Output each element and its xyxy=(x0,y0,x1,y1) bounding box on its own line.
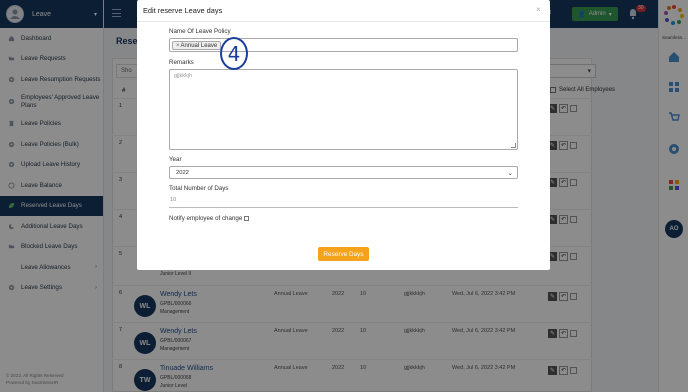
year-label: Year xyxy=(169,156,182,163)
days-label: Total Number of Days xyxy=(169,185,229,192)
modal-title: Edit reserve Leave days xyxy=(143,6,223,15)
edit-reserve-leave-modal: Edit reserve Leave days × Name Of Leave … xyxy=(137,0,550,270)
remarks-textarea[interactable]: gjjkkkjh xyxy=(169,69,518,150)
step-annotation: 4 xyxy=(220,37,248,70)
close-icon[interactable]: × xyxy=(536,5,541,14)
modal-header: Edit reserve Leave days × xyxy=(137,0,550,22)
policy-tag: ×Annual Leave xyxy=(172,41,222,50)
policy-tag-label: Annual Leave xyxy=(180,43,218,49)
policy-label: Name Of Leave Policy xyxy=(169,28,231,35)
year-value: 2022 xyxy=(176,170,189,176)
resize-handle-icon[interactable] xyxy=(511,143,516,148)
remarks-label: Remarks xyxy=(169,59,194,66)
chevron-down-icon: ⌄ xyxy=(507,170,513,177)
year-select[interactable]: 2022 ⌄ xyxy=(169,166,518,179)
notify-label: Notify employee of change xyxy=(169,215,243,222)
notify-checkbox[interactable] xyxy=(244,216,250,221)
remarks-value: gjjkkkjh xyxy=(174,73,193,79)
remove-tag-icon[interactable]: × xyxy=(176,43,180,49)
total-days-input[interactable]: 10 xyxy=(169,197,518,208)
reserve-days-button[interactable]: Reserve Days xyxy=(318,247,369,261)
notify-employee-control[interactable]: Notify employee of change xyxy=(169,215,250,222)
